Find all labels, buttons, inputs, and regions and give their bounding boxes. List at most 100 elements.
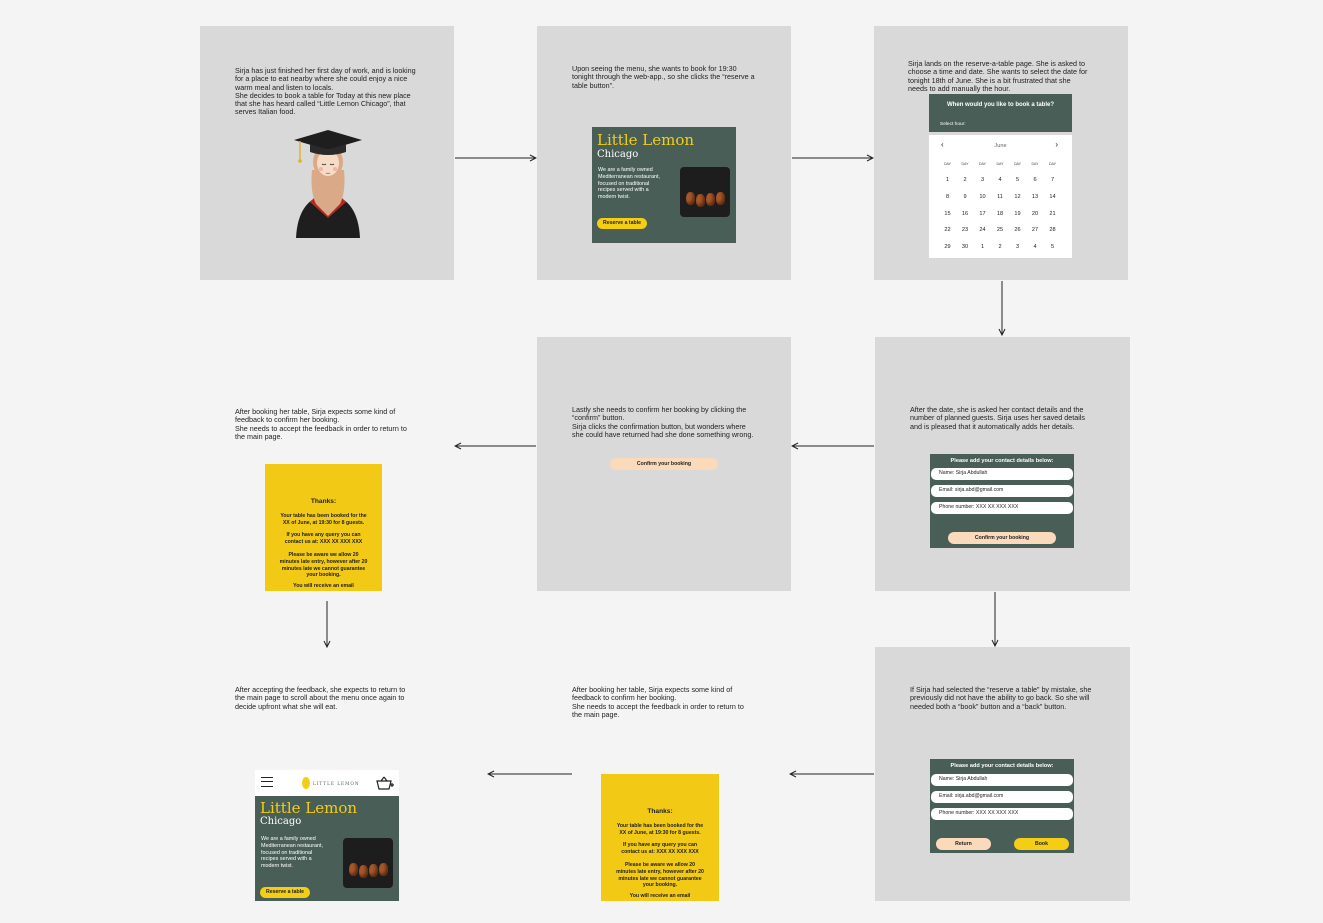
calendar-day[interactable]: 12 — [1009, 194, 1026, 200]
calendar-day[interactable]: 2 — [992, 244, 1009, 250]
hero-card: Little Lemon Chicago We are a family own… — [592, 127, 736, 243]
thanks-title: Thanks: — [647, 808, 673, 815]
thanks-late-policy: Please be aware we allow 20 minutes late… — [616, 862, 704, 889]
calendar-day[interactable]: 3 — [974, 177, 991, 183]
calendar-day[interactable]: 17 — [974, 211, 991, 217]
hero-title: Little Lemon — [260, 799, 358, 817]
reservation-question: When would you like to book a table? — [946, 102, 1054, 108]
chevron-right-icon[interactable]: › — [1055, 140, 1058, 149]
day-name: DAY — [943, 162, 952, 166]
email-field[interactable]: Email: sirja.abd@gmail.com — [931, 791, 1073, 803]
calendar-day[interactable]: 18 — [992, 211, 1009, 217]
calendar-day[interactable]: 11 — [992, 194, 1009, 200]
calendar-day[interactable]: 21 — [1044, 211, 1061, 217]
thanks-contact: If you have any query you can contact us… — [621, 842, 699, 855]
phone-field[interactable]: Phone number: XXX XX XXX XXX — [931, 502, 1073, 514]
thanks-email-notice: You will receive an email — [293, 583, 354, 589]
note-step-8: After booking her table, Sirja expects s… — [572, 685, 744, 719]
day-name: DAY — [1013, 162, 1022, 166]
day-name: DAY — [1031, 162, 1039, 166]
thanks-email-notice: You will receive an email — [629, 893, 691, 899]
select-hour-label[interactable]: Select hour: — [940, 122, 966, 127]
hero-description: We are a family owned Mediterranean rest… — [261, 836, 324, 869]
reservation-header: When would you like to book a table? Sel… — [929, 94, 1072, 132]
day-name: DAY — [978, 162, 987, 166]
note-step-9: If Sirja had selected the “reserve a tab… — [910, 685, 1092, 711]
calendar-day[interactable]: 9 — [957, 194, 974, 200]
calendar-day[interactable]: 1 — [939, 177, 956, 183]
book-button[interactable]: Book — [1014, 838, 1069, 850]
note-step-7: After accepting the feedback, she expect… — [235, 685, 406, 711]
calendar-day[interactable]: 8 — [939, 194, 956, 200]
calendar-day[interactable]: 25 — [992, 227, 1009, 233]
hero-title: Little Lemon — [597, 131, 695, 149]
food-photo — [343, 838, 393, 888]
thanks-title: Thanks: — [310, 498, 337, 505]
confirm-booking-button[interactable]: Confirm your booking — [610, 458, 718, 470]
calendar-day[interactable]: 23 — [957, 227, 974, 233]
calendar-day[interactable]: 30 — [957, 244, 974, 250]
lemon-logo-icon — [302, 777, 310, 789]
calendar-day[interactable]: 16 — [957, 211, 974, 217]
phone-field[interactable]: Phone number: XXX XX XXX XXX — [931, 808, 1073, 820]
thanks-booking-details: Your table has been booked for the XX of… — [280, 513, 367, 526]
thanks-late-policy: Please be aware we allow 20 minutes late… — [279, 552, 368, 579]
calendar-day[interactable]: 7 — [1044, 177, 1061, 183]
calendar-day[interactable]: 5 — [1009, 177, 1026, 183]
note-step-4: Lastly she needs to confirm her booking … — [572, 405, 754, 439]
calendar-day[interactable]: 24 — [974, 227, 991, 233]
day-name: DAY — [1048, 162, 1057, 166]
calendar-day[interactable]: 1 — [974, 244, 991, 250]
email-field[interactable]: Email: sirja.abd@gmail.com — [931, 485, 1073, 497]
hero-description: We are a family owned Mediterranean rest… — [598, 167, 661, 200]
calendar-day[interactable]: 2 — [957, 177, 974, 183]
calendar-day[interactable]: 26 — [1009, 227, 1026, 233]
food-photo — [680, 167, 730, 217]
thanks-contact: If you have any query you can contact us… — [284, 532, 363, 545]
calendar-day[interactable]: 27 — [1027, 227, 1044, 233]
calendar-day[interactable]: 10 — [974, 194, 991, 200]
hero-city: Chicago — [597, 149, 639, 160]
calendar-day[interactable]: 20 — [1027, 211, 1044, 217]
brand-name: LITTLE LEMON — [313, 781, 360, 786]
thanks-booking-details: Your table has been booked for the XX of… — [616, 823, 704, 836]
calendar-day[interactable]: 4 — [1027, 244, 1044, 250]
contact-form-title: Please add your contact details below: — [950, 763, 1054, 769]
graduate-avatar-illustration — [294, 130, 362, 238]
note-step-3: Sirja lands on the reserve-a-table page.… — [908, 59, 1088, 93]
calendar-day[interactable]: 14 — [1044, 194, 1061, 200]
contact-form-title: Please add your contact details below: — [950, 458, 1054, 464]
note-step-1: Sirja has just finished her first day of… — [235, 66, 416, 117]
calendar-day[interactable]: 5 — [1044, 244, 1061, 250]
confirm-booking-button[interactable]: Confirm your booking — [948, 532, 1056, 544]
calendar-day[interactable]: 22 — [939, 227, 956, 233]
hero-card-main: Little Lemon Chicago We are a family own… — [255, 796, 399, 901]
app-top-bar: LITTLE LEMON — [255, 770, 399, 796]
return-button[interactable]: Return — [936, 838, 991, 850]
calendar-day[interactable]: 6 — [1027, 177, 1044, 183]
day-name: DAY — [996, 162, 1004, 166]
reserve-table-button[interactable]: Reserve a table — [597, 218, 647, 229]
name-field[interactable]: Name: Sirja Abdullah — [931, 774, 1073, 786]
thanks-card: Thanks: Your table has been booked for t… — [265, 464, 382, 591]
basket-icon[interactable] — [376, 776, 394, 791]
calendar-day[interactable]: 15 — [939, 211, 956, 217]
contact-form-with-back: Please add your contact details below: N… — [930, 759, 1074, 853]
hero-city: Chicago — [260, 816, 302, 827]
calendar-day[interactable]: 28 — [1044, 227, 1061, 233]
note-step-2: Upon seeing the menu, she wants to book … — [572, 64, 755, 90]
calendar-day[interactable]: 13 — [1027, 194, 1044, 200]
name-field[interactable]: Name: Sirja Abdullah — [931, 468, 1073, 480]
calendar-month: June — [994, 143, 1007, 149]
calendar-day[interactable]: 4 — [992, 177, 1009, 183]
hamburger-menu-icon[interactable] — [261, 777, 273, 787]
day-name: DAY — [961, 162, 969, 166]
calendar-day[interactable]: 19 — [1009, 211, 1026, 217]
calendar-day[interactable]: 29 — [939, 244, 956, 250]
calendar: ‹ June › DAY DAY DAY DAY DAY DAY DAY 1 2 3 4 5 6 7 8 9 1… — [929, 135, 1072, 258]
thanks-card: Thanks: Your table has been booked for t… — [601, 774, 719, 901]
note-step-6: After booking her table, Sirja expects s… — [235, 407, 407, 441]
calendar-day[interactable]: 3 — [1009, 244, 1026, 250]
reserve-table-button[interactable]: Reserve a table — [260, 887, 310, 898]
note-step-5: After the date, she is asked her contact… — [910, 405, 1085, 431]
